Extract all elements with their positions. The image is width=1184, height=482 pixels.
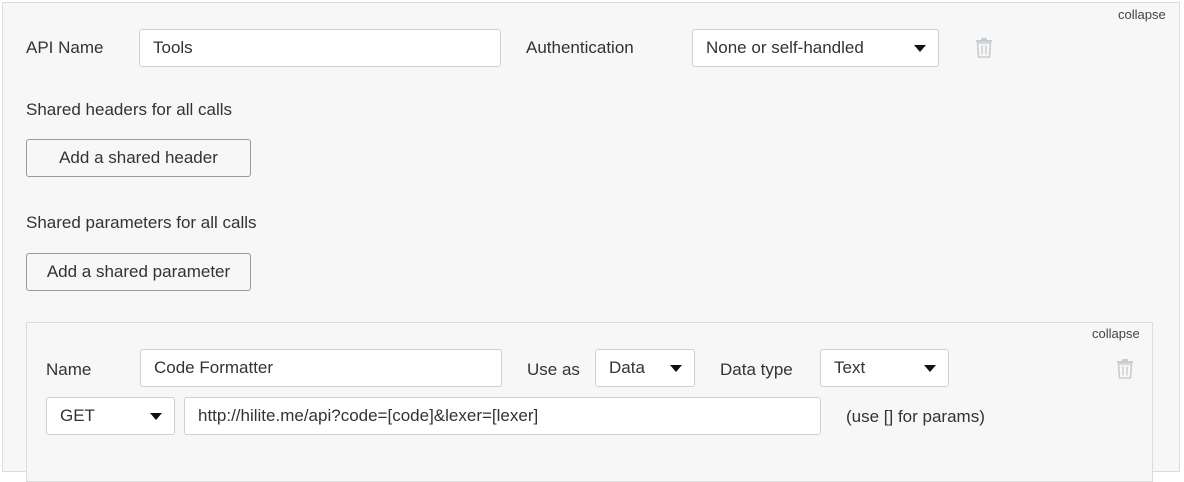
add-shared-header-button[interactable]: Add a shared header bbox=[26, 139, 251, 177]
use-as-value: Data bbox=[609, 358, 645, 377]
authentication-label: Authentication bbox=[526, 38, 634, 57]
authentication-value: None or self-handled bbox=[706, 38, 864, 57]
http-method-select[interactable]: GET bbox=[46, 397, 175, 435]
url-input[interactable]: http://hilite.me/api?code=[code]&lexer=[… bbox=[184, 397, 821, 435]
call-name-label: Name bbox=[46, 360, 92, 379]
use-as-select[interactable]: Data bbox=[595, 349, 695, 387]
api-name-input[interactable]: Tools bbox=[139, 29, 501, 67]
api-name-label: API Name bbox=[26, 38, 104, 57]
api-call-panel: collapse Name Code Formatter Use as Data… bbox=[26, 322, 1153, 482]
caret-down-icon bbox=[914, 45, 926, 52]
data-type-label: Data type bbox=[720, 360, 793, 379]
http-method-value: GET bbox=[60, 406, 95, 425]
shared-headers-title: Shared headers for all calls bbox=[26, 100, 233, 119]
url-params-hint: (use [] for params) bbox=[846, 407, 985, 426]
authentication-select[interactable]: None or self-handled bbox=[692, 29, 939, 67]
data-type-value: Text bbox=[834, 358, 866, 377]
caret-down-icon bbox=[670, 365, 682, 372]
trash-icon[interactable] bbox=[1116, 359, 1134, 379]
trash-icon[interactable] bbox=[975, 38, 993, 58]
call-name-input[interactable]: Code Formatter bbox=[140, 349, 502, 387]
caret-down-icon bbox=[924, 365, 936, 372]
collapse-call-link[interactable]: collapse bbox=[1092, 326, 1140, 341]
caret-down-icon bbox=[150, 413, 162, 420]
collapse-api-link[interactable]: collapse bbox=[1118, 7, 1166, 22]
shared-parameters-title: Shared parameters for all calls bbox=[26, 213, 257, 232]
use-as-label: Use as bbox=[527, 360, 580, 379]
add-shared-parameter-button[interactable]: Add a shared parameter bbox=[26, 253, 251, 291]
data-type-select[interactable]: Text bbox=[820, 349, 949, 387]
